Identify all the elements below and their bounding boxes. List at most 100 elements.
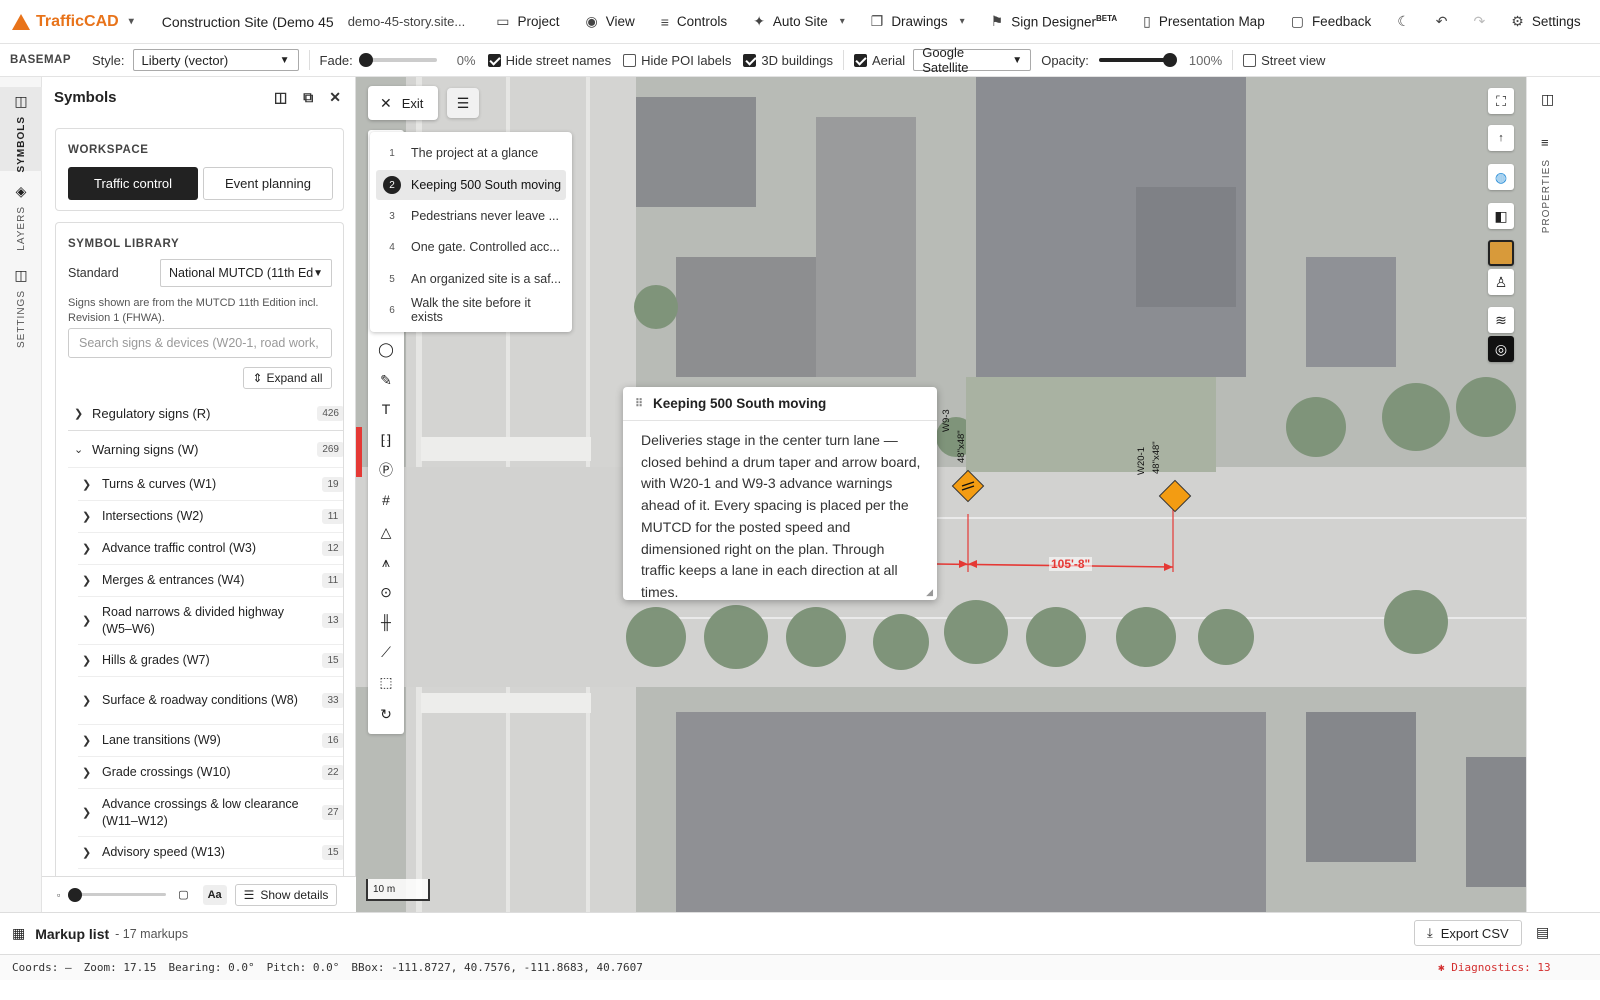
search-input[interactable]: Search signs & devices (W20-1, road work… xyxy=(68,328,332,358)
rail-symbols[interactable]: ◫ SYMBOLS xyxy=(0,87,42,172)
theme-toggle[interactable]: ☾ xyxy=(1384,0,1423,44)
tree-warning-child[interactable]: ❯ Grade crossings (W10) 22 xyxy=(78,757,343,789)
street-view-toggle[interactable]: Street view xyxy=(1243,53,1325,68)
tree-warning[interactable]: ⌄ Warning signs (W) 269 xyxy=(68,432,343,468)
drag-handle-icon[interactable]: ⠿ xyxy=(635,397,643,410)
tour-step-6[interactable]: 6 Walk the site before it exists xyxy=(376,295,566,325)
menu-feedback[interactable]: ▢ Feedback xyxy=(1278,0,1385,44)
expand-panel-icon[interactable]: ▤ xyxy=(1536,924,1549,941)
select-area-tool-icon[interactable]: ⬚ xyxy=(372,668,400,696)
tour-step-1[interactable]: 1 The project at a glance xyxy=(376,138,566,168)
pencil-tool-icon[interactable]: ✎ xyxy=(372,366,400,394)
tree-warning-child[interactable]: ❯ Surface & roadway conditions (W8) 33 xyxy=(78,677,343,725)
rail-layers[interactable]: ◈ LAYERS xyxy=(0,183,42,251)
expand-all-button[interactable]: ⇕ Expand all xyxy=(243,367,332,389)
style-select[interactable]: Liberty (vector) ▼ xyxy=(132,49,299,71)
hatch-tool-icon[interactable]: # xyxy=(372,486,400,514)
checkbox-checked[interactable] xyxy=(743,53,757,67)
font-size-button[interactable]: Aa xyxy=(202,884,227,905)
tour-step-5[interactable]: 5 An organized site is a saf... xyxy=(376,264,566,294)
tour-list-button[interactable]: ☰ xyxy=(447,88,479,118)
tour-step-4[interactable]: 4 One gate. Controlled acc... xyxy=(376,232,566,262)
tree-warning-child[interactable]: ❯ Turns & curves (W1) 19 xyxy=(78,469,343,501)
globe-button[interactable]: ◍ xyxy=(1488,164,1514,190)
bracket-tool-icon[interactable]: ⁅⁆ xyxy=(372,426,400,454)
aerial-toggle[interactable]: Aerial xyxy=(853,53,905,68)
symbol-size-slider[interactable] xyxy=(68,888,167,902)
checkbox-checked[interactable] xyxy=(487,53,501,67)
tree-warning-child[interactable]: ❯ Merges & entrances (W4) 11 xyxy=(78,565,343,597)
checkbox-unchecked[interactable] xyxy=(1243,53,1257,67)
rotate-tool-icon[interactable]: ↻ xyxy=(372,700,400,728)
export-csv-button[interactable]: ⤓ Export CSV xyxy=(1414,920,1522,946)
tree-warning-child[interactable]: ❯ Advance traffic control (W3) 12 xyxy=(78,533,343,565)
diagnostics-badge[interactable]: ✱ Diagnostics: 13 xyxy=(1438,961,1551,974)
checkbox-unchecked[interactable] xyxy=(623,53,637,67)
count-badge: 13 xyxy=(322,613,343,628)
settings-button[interactable]: ⚙ Settings xyxy=(1498,0,1593,44)
size-slider-handle[interactable] xyxy=(68,888,83,902)
fade-slider[interactable] xyxy=(358,53,437,67)
tree-warning-child[interactable]: ❯ Advance crossings & low clearance (W11–… xyxy=(78,789,343,837)
count-badge: 11 xyxy=(322,573,343,588)
split-view-icon[interactable]: ◫ xyxy=(274,89,287,106)
menu-presentation-map[interactable]: ▯ Presentation Map xyxy=(1130,0,1278,44)
exit-tour-button[interactable]: ✕ Exit xyxy=(368,86,438,120)
menu-drawings[interactable]: ❐ Drawings ▾ xyxy=(858,0,978,44)
tour-step-3[interactable]: 3 Pedestrians never leave ... xyxy=(376,201,566,231)
tree-warning-child[interactable]: ❯ Advisory speed (W13) 15 xyxy=(78,837,343,869)
compass-button[interactable]: ↑ xyxy=(1488,125,1514,151)
checkbox-checked[interactable] xyxy=(853,53,867,67)
redo-button[interactable]: ↷ xyxy=(1461,0,1499,44)
tree-warning-child[interactable]: ❯ Road narrows & divided highway (W5–W6) 1… xyxy=(78,597,343,645)
measure-tool-icon[interactable]: ⟋ xyxy=(372,638,400,666)
properties-tab[interactable]: PROPERTIES xyxy=(1541,159,1552,233)
menu-auto-site[interactable]: ✦ Auto Site ▾ xyxy=(740,0,858,44)
standard-select[interactable]: National MUTCD (11th Editi ▼ xyxy=(160,259,332,287)
sign-w9-3-icon[interactable] xyxy=(951,469,985,503)
undo-button[interactable]: ↶ xyxy=(1423,0,1461,44)
popup-header[interactable]: ⠿ Keeping 500 South moving xyxy=(623,387,937,421)
layers-button[interactable]: ≋ xyxy=(1488,307,1514,333)
sign-w20-1-icon[interactable] xyxy=(1158,479,1192,513)
aerial-source-select[interactable]: Google Satellite ▼ xyxy=(913,45,1032,75)
hide-street-names-toggle[interactable]: Hide street names xyxy=(487,53,611,68)
street-view-button[interactable]: ♙ xyxy=(1488,269,1514,295)
close-icon[interactable]: ✕ xyxy=(329,89,341,106)
resize-handle-icon[interactable]: ◢ xyxy=(926,587,933,598)
menu-project[interactable]: ▭ Project xyxy=(483,0,572,44)
compare-button[interactable]: ◧ xyxy=(1488,203,1514,229)
tree-warning-child[interactable]: ❯ Hills & grades (W7) 15 xyxy=(78,645,343,677)
workspace-event-planning[interactable]: Event planning xyxy=(203,167,333,200)
polygon-tool-icon[interactable]: △ xyxy=(372,518,400,546)
barrier-tool-icon[interactable]: ⩚ xyxy=(372,548,400,576)
lock-button[interactable]: ◎ xyxy=(1488,336,1514,362)
tour-step-2[interactable]: 2 Keeping 500 South moving xyxy=(376,170,566,200)
tree-regulatory[interactable]: ❯ Regulatory signs (R) 426 xyxy=(68,397,343,431)
basemap-thumbnail-button[interactable] xyxy=(1488,240,1514,266)
workspace-traffic-control[interactable]: Traffic control xyxy=(68,167,198,200)
crossing-tool-icon[interactable]: ╫ xyxy=(372,608,400,636)
menu-controls[interactable]: ≡ Controls xyxy=(648,0,740,44)
opacity-slider-handle[interactable] xyxy=(1162,53,1177,67)
opacity-slider[interactable] xyxy=(1098,53,1177,67)
parking-tool-icon[interactable]: Ⓟ xyxy=(372,456,400,484)
menu-view[interactable]: ◉ View xyxy=(572,0,647,44)
dock-icon[interactable]: ⧉ xyxy=(303,89,313,106)
fade-slider-handle[interactable] xyxy=(358,53,373,67)
show-details-button[interactable]: ☰ Show details xyxy=(234,883,338,906)
text-tool-icon[interactable]: T xyxy=(372,395,400,423)
project-name[interactable]: Construction Site (Demo 45 xyxy=(162,14,334,30)
collapse-panel-icon[interactable]: ◫ xyxy=(1541,91,1554,108)
hide-poi-labels-toggle[interactable]: Hide POI labels xyxy=(623,53,731,68)
tree-warning-child[interactable]: ❯ Lane transitions (W9) 16 xyxy=(78,725,343,757)
rail-settings[interactable]: ◫ SETTINGS xyxy=(0,267,42,348)
menu-sign-designer[interactable]: ⚑ Sign DesignerBETA xyxy=(978,0,1131,44)
3d-buildings-toggle[interactable]: 3D buildings xyxy=(743,53,833,68)
markup-title[interactable]: Markup list xyxy=(35,926,109,942)
tree-warning-child[interactable]: ❯ Intersections (W2) 11 xyxy=(78,501,343,533)
app-logo[interactable]: TrafficCAD ▾ xyxy=(12,13,134,31)
fullscreen-button[interactable]: ⛶ xyxy=(1488,88,1514,114)
circle-tool-icon[interactable]: ◯ xyxy=(372,335,400,363)
target-tool-icon[interactable]: ⊙ xyxy=(372,578,400,606)
